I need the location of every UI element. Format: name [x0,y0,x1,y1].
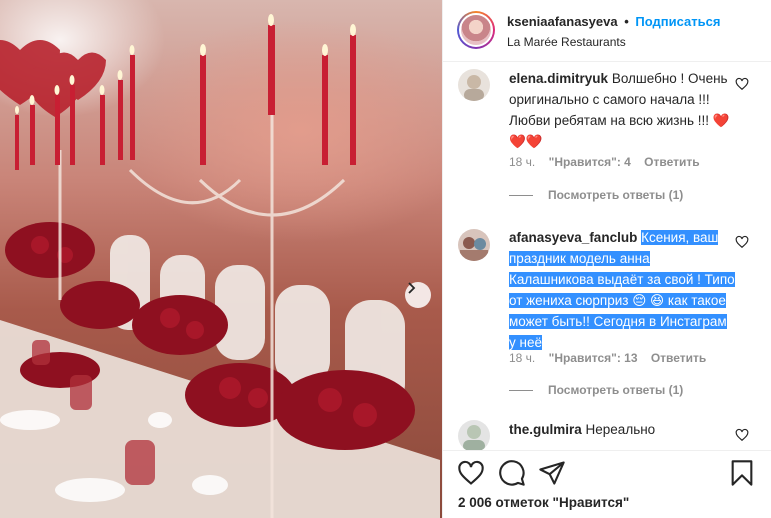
comment-text: the.gulmira Нереально [509,419,735,440]
view-replies-label: Посмотреть ответы (1) [548,383,684,397]
comment-text: afanasyeva_fanclub Ксения, ваш праздник … [509,227,735,353]
view-replies-label: Посмотреть ответы (1) [548,188,684,202]
comment-username[interactable]: elena.dimitryuk [509,71,608,86]
likes-count[interactable]: 2 006 отметок "Нравится" [458,495,629,510]
post-actions: 2 006 отметок "Нравится" [443,450,771,518]
author-line: kseniaafanasyeva • Подписаться [507,14,720,29]
view-replies-button[interactable]: Посмотреть ответы (1) [509,383,683,397]
post-location[interactable]: La Marée Restaurants [507,35,626,49]
commenter-avatar[interactable] [458,229,490,261]
comment-likes[interactable]: "Нравится": 4 [549,155,631,169]
view-replies-button[interactable]: Посмотреть ответы (1) [509,188,683,202]
avatar-image [458,420,490,450]
comment-time[interactable]: 18 ч. [509,155,535,169]
avatar-image [458,69,490,101]
comment-meta: 18 ч. "Нравится": 13 Ответить [509,351,716,365]
comment-heart-icon[interactable] [735,428,749,442]
comment-username[interactable]: the.gulmira [509,422,582,437]
header-separator: • [624,14,629,29]
commenter-avatar[interactable] [458,420,490,450]
comment-heart-icon[interactable] [735,77,749,91]
comment-time[interactable]: 18 ч. [509,351,535,365]
author-username[interactable]: kseniaafanasyeva [507,14,618,29]
reply-button[interactable]: Ответить [651,351,706,365]
commenter-avatar[interactable] [458,69,490,101]
replies-divider [509,389,533,391]
comment-username[interactable]: afanasyeva_fanclub [509,230,637,245]
replies-divider [509,194,533,196]
comment-text: elena.dimitryuk Волшебно ! Очень оригина… [509,68,735,152]
photo-scene [0,14,440,518]
comment-content: Нереально [585,422,656,437]
share-icon[interactable] [538,459,566,487]
post-panel: kseniaafanasyeva • Подписаться La Marée … [442,0,771,518]
post-header: kseniaafanasyeva • Подписаться La Marée … [443,0,771,62]
reply-button[interactable]: Ответить [644,155,699,169]
post-photo [0,0,442,518]
follow-button[interactable]: Подписаться [635,14,720,29]
author-avatar[interactable] [457,11,495,49]
comment-meta: 18 ч. "Нравится": 4 Ответить [509,155,710,169]
comment-likes[interactable]: "Нравится": 13 [549,351,638,365]
comment-icon[interactable] [498,459,526,487]
chevron-right-icon [408,282,416,294]
next-photo-button[interactable] [405,282,431,308]
heart-icon[interactable] [457,459,485,487]
avatar-image [458,229,490,261]
comment-heart-icon[interactable] [735,235,749,249]
bookmark-icon[interactable] [728,459,756,487]
comments-list[interactable]: elena.dimitryuk Волшебно ! Очень оригина… [443,62,771,450]
comment-content: Ксения, ваш праздник модель анна Калашни… [509,230,735,350]
